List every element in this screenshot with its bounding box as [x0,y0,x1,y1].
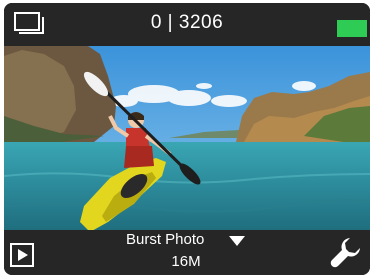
battery-full-icon [337,20,367,37]
wrench-icon[interactable] [330,236,362,268]
photo-counter: 0 | 3206 [150,12,224,33]
caret-down-icon[interactable] [229,236,245,246]
resolution-label: 16M [171,253,201,270]
mode-selector[interactable]: Burst Photo [126,231,266,251]
mode-label: Burst Photo [126,231,205,248]
live-preview[interactable] [4,46,370,230]
status-bar: 0 | 3206 [4,3,370,46]
